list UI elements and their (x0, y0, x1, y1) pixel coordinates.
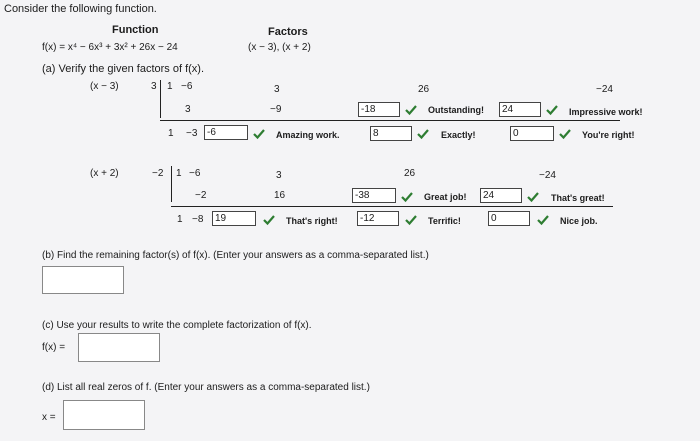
check-icon (537, 215, 549, 226)
product-value: 16 (274, 190, 286, 201)
x-label: x = (42, 412, 56, 423)
coef: 1 (167, 81, 173, 92)
intro-text: Consider the following function. (4, 3, 157, 15)
division-bar (171, 166, 172, 202)
part-a-prompt: (a) Verify the given factors of f(x). (42, 63, 205, 75)
answer-input[interactable]: -18 (358, 102, 400, 117)
division-bar (160, 80, 161, 118)
answer-input[interactable]: 24 (499, 102, 541, 117)
quotient-value: 1 (177, 214, 183, 225)
part-b-prompt: (b) Find the remaining factor(s) of f(x)… (42, 250, 429, 261)
quotient-value: 1 (168, 128, 174, 139)
part-c-prompt: (c) Use your results to write the comple… (42, 320, 312, 331)
coef: −6 (181, 81, 193, 92)
function-header: Function (112, 24, 159, 36)
coef: −6 (189, 168, 201, 179)
feedback-text: Outstanding! (428, 105, 484, 115)
check-icon (253, 129, 265, 140)
answer-input[interactable]: -12 (357, 211, 399, 226)
answer-input[interactable]: -38 (352, 188, 396, 203)
factors-header: Factors (268, 26, 308, 38)
feedback-text: That's great! (551, 193, 605, 203)
part-d-prompt: (d) List all real zeros of f. (Enter you… (42, 382, 370, 393)
answer-input[interactable]: -6 (204, 125, 248, 140)
feedback-text: Nice job. (560, 216, 598, 226)
coef: 3 (276, 170, 282, 181)
factors-expression: (x − 3), (x + 2) (248, 42, 311, 53)
quotient-value: −3 (186, 128, 198, 139)
divisor-label: (x + 2) (90, 168, 119, 179)
feedback-text: Terrific! (428, 216, 461, 226)
product-value: −9 (270, 104, 282, 115)
check-icon (417, 129, 429, 140)
answer-input[interactable]: 24 (480, 188, 522, 203)
feedback-text: Amazing work. (276, 130, 340, 140)
divisor-label: (x − 3) (90, 81, 119, 92)
feedback-text: Great job! (424, 192, 467, 202)
check-icon (527, 192, 539, 203)
answer-input[interactable]: 0 (488, 211, 530, 226)
coef: 1 (176, 168, 182, 179)
fx-label: f(x) = (42, 342, 66, 353)
feedback-text: Impressive work! (569, 107, 643, 117)
check-icon (546, 105, 558, 116)
division-line (171, 206, 613, 207)
product-value: −2 (195, 190, 207, 201)
check-icon (401, 192, 413, 203)
quotient-value: −8 (192, 214, 204, 225)
answer-input[interactable]: 8 (370, 126, 412, 141)
coef: 26 (418, 84, 430, 95)
answer-input[interactable]: 19 (212, 211, 256, 226)
coef: 3 (274, 84, 280, 95)
factorization-input[interactable] (78, 333, 160, 362)
division-line (160, 120, 620, 121)
product-value: 3 (185, 104, 191, 115)
feedback-text: That's right! (286, 216, 338, 226)
check-icon (405, 215, 417, 226)
coef: −24 (596, 84, 613, 95)
function-expression: f(x) = x⁴ − 6x³ + 3x² + 26x − 24 (42, 42, 178, 53)
feedback-text: You're right! (582, 130, 635, 140)
coef: −24 (539, 170, 556, 181)
zeros-input[interactable] (63, 400, 145, 430)
check-icon (263, 215, 275, 226)
root-value: −2 (152, 168, 164, 179)
check-icon (559, 129, 571, 140)
answer-input[interactable]: 0 (510, 126, 554, 141)
root-value: 3 (151, 81, 157, 92)
check-icon (405, 105, 417, 116)
feedback-text: Exactly! (441, 130, 476, 140)
coef: 26 (404, 168, 416, 179)
remaining-factors-input[interactable] (42, 266, 124, 294)
